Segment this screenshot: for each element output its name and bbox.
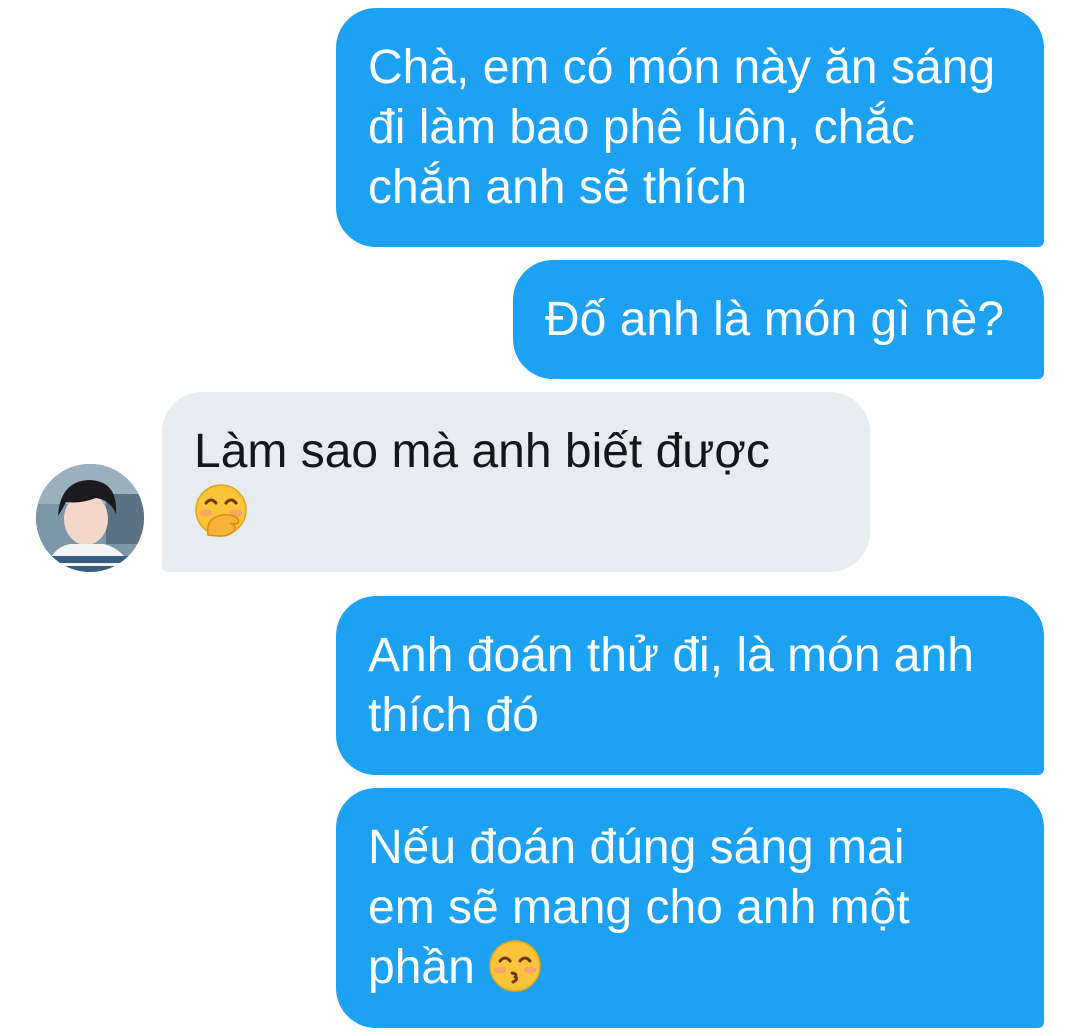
message-text: Anh đoán thử đi, là món anh thích đó [368,629,974,742]
message-text: Làm sao mà anh biết được [194,425,770,478]
message-text: Đố anh là món gì nè? [545,293,1004,346]
avatar[interactable] [36,464,144,572]
incoming-message[interactable]: Làm sao mà anh biết được [162,392,870,572]
outgoing-message[interactable]: Nếu đoán đúng sáng mai em sẽ mang cho an… [336,788,1044,1028]
avatar-photo-icon [36,464,144,572]
message-text: Chà, em có món này ăn sáng đi làm bao ph… [368,41,996,214]
outgoing-message[interactable]: Anh đoán thử đi, là món anh thích đó [336,596,1044,775]
outgoing-message[interactable]: Đố anh là món gì nè? [513,260,1044,379]
face-with-hand-over-mouth-icon [194,483,248,537]
message-text: Nếu đoán đúng sáng mai em sẽ mang cho an… [368,821,910,994]
outgoing-message[interactable]: Chà, em có món này ăn sáng đi làm bao ph… [336,8,1044,247]
kissing-face-with-smiling-eyes-icon [488,939,542,993]
